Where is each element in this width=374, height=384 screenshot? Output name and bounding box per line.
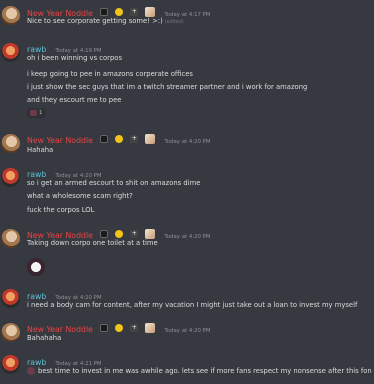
role-badge-icon (100, 323, 109, 332)
message-line: so i get an armed escourt to shit on ama… (27, 179, 201, 187)
star-badge-icon (115, 134, 124, 143)
message-line: i just show the sec guys that im a twitc… (27, 83, 308, 91)
message-text: best time to invest in me was awhile ago… (38, 367, 372, 375)
plus-badge-icon: + (130, 323, 139, 332)
sticker-emoji-icon (27, 367, 35, 375)
timestamp: Today at 4:20 PM (164, 328, 211, 334)
user-avatar[interactable] (1, 323, 20, 342)
user-avatar[interactable] (1, 355, 20, 374)
message-line: oh i been winning vs corpos (27, 54, 122, 62)
plus-badge-icon: + (130, 134, 139, 143)
reaction-count: 1 (39, 110, 43, 116)
message-line: and they escourt me to pee (27, 96, 122, 104)
user-avatar[interactable] (1, 168, 20, 187)
user-avatar[interactable] (1, 134, 20, 153)
message-line: Taking down corpo one toilet at a time (27, 239, 158, 247)
edited-label: (edited) (164, 20, 184, 25)
message-line: best time to invest in me was awhile ago… (27, 365, 372, 378)
message-line: i need a body cam for content, after my … (27, 301, 358, 309)
timestamp: Today at 4:20 PM (164, 234, 211, 240)
star-badge-icon (115, 323, 124, 332)
sticker-emoji-icon[interactable] (25, 255, 47, 277)
reaction-pill[interactable]: 1 (27, 108, 46, 118)
custom-badge-icon (145, 322, 156, 333)
timestamp: Today at 4:20 PM (164, 139, 211, 145)
message-line: Bahahaha (27, 334, 62, 342)
message-line: fuck the corpos LOL (27, 206, 95, 214)
message-line: i keep going to pee in amazons corperate… (27, 70, 193, 78)
role-badge-icon (100, 134, 109, 143)
message-line: what a wholesome scam right? (27, 192, 133, 200)
sticker-emoji-icon (30, 109, 37, 116)
message-line: Nice to see corporate getting some! >:)(… (27, 15, 184, 29)
user-avatar[interactable] (1, 6, 20, 25)
user-avatar[interactable] (1, 229, 20, 248)
custom-badge-icon (145, 133, 156, 144)
message-line: Hahaha (27, 146, 54, 154)
user-avatar[interactable] (1, 289, 20, 308)
user-avatar[interactable] (1, 43, 20, 62)
message-header: New Year Noddle + Today at 4:20 PM (27, 131, 211, 145)
message-text: Nice to see corporate getting some! >:) (27, 17, 163, 25)
